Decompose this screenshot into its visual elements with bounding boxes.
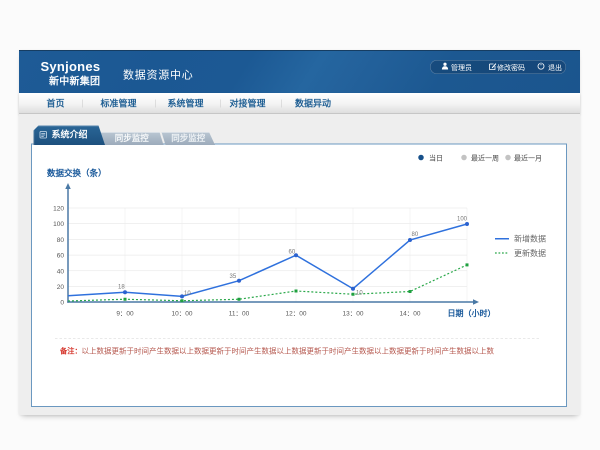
svg-text:0: 0 bbox=[60, 300, 64, 307]
svg-text:以上数据更新于时间产生数据以上数据更新于时间产生数据以上数据: 以上数据更新于时间产生数据以上数据更新于时间产生数据以上数据更新于时间产生数据以… bbox=[82, 346, 495, 356]
svg-text:60: 60 bbox=[57, 253, 65, 260]
svg-text:13：00: 13：00 bbox=[343, 311, 364, 318]
svg-text:40: 40 bbox=[57, 268, 65, 275]
svg-text:最近一月: 最近一月 bbox=[514, 154, 542, 163]
svg-text:14：00: 14：00 bbox=[400, 311, 421, 318]
svg-text:12：00: 12：00 bbox=[286, 311, 307, 318]
svg-text:100: 100 bbox=[53, 221, 64, 228]
svg-text:18: 18 bbox=[118, 285, 125, 291]
svg-text:10：00: 10：00 bbox=[172, 311, 193, 318]
svg-text:备注：: 备注： bbox=[59, 347, 82, 356]
svg-text:120: 120 bbox=[53, 206, 64, 213]
svg-text:80: 80 bbox=[57, 237, 65, 244]
svg-text:当日: 当日 bbox=[429, 154, 443, 163]
svg-text:新增数据: 新增数据 bbox=[514, 234, 546, 244]
svg-text:60: 60 bbox=[289, 250, 296, 256]
svg-text:11：00: 11：00 bbox=[229, 311, 250, 318]
svg-text:20: 20 bbox=[57, 284, 65, 291]
svg-text:9：00: 9：00 bbox=[116, 311, 134, 318]
svg-text:35: 35 bbox=[230, 274, 237, 280]
svg-text:数据交换（条）: 数据交换（条） bbox=[47, 168, 107, 178]
svg-text:80: 80 bbox=[412, 232, 419, 238]
svg-text:100: 100 bbox=[457, 217, 468, 223]
svg-text:日期（小时）: 日期（小时） bbox=[448, 308, 496, 318]
svg-text:10: 10 bbox=[356, 291, 363, 297]
svg-text:10: 10 bbox=[184, 291, 191, 297]
svg-text:最近一周: 最近一周 bbox=[471, 154, 499, 163]
svg-text:更新数据: 更新数据 bbox=[514, 248, 546, 258]
